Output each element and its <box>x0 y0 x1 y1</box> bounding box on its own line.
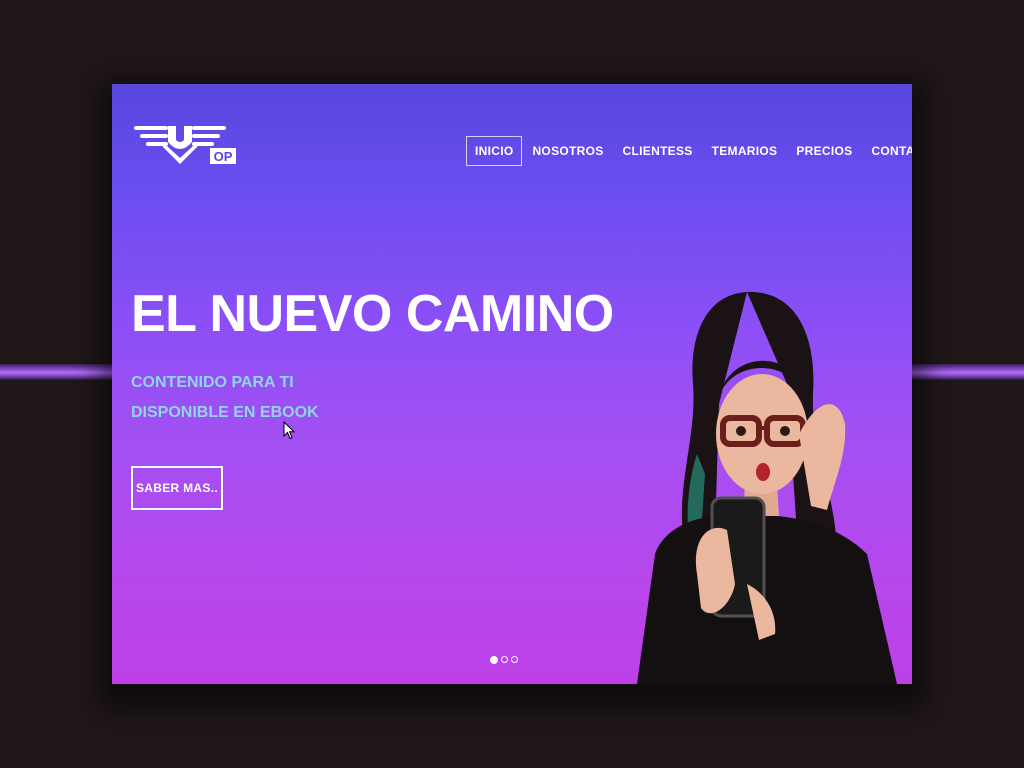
carousel-dot-2[interactable] <box>501 656 508 663</box>
carousel-indicators <box>490 655 518 664</box>
mouse-cursor-icon <box>283 421 295 440</box>
main-nav: INICIO NOSOTROS CLIENTESS TEMARIOS PRECI… <box>466 136 912 166</box>
hero-title: EL NUEVO CAMINO <box>131 285 614 343</box>
site-logo[interactable]: OP <box>132 122 238 168</box>
carousel-dot-1[interactable] <box>490 655 498 664</box>
nav-item-contacto[interactable]: CONTACTO <box>862 136 912 166</box>
carousel-dot-3[interactable] <box>511 656 518 663</box>
website-hero-page: OP INICIO NOSOTROS CLIENTESS TEMARIOS PR… <box>112 84 912 684</box>
saber-mas-button[interactable]: SABER MAS.. <box>131 466 223 510</box>
hero-woman-with-phone-image <box>637 291 897 684</box>
nav-item-inicio[interactable]: INICIO <box>466 136 523 166</box>
nav-item-clientess[interactable]: CLIENTESS <box>614 136 702 166</box>
nav-item-temarios[interactable]: TEMARIOS <box>703 136 787 166</box>
logo-text: OP <box>214 149 233 164</box>
hero-subtitle-line-2: DISPONIBLE EN EBOOK <box>131 404 319 421</box>
hero-subtitle-line-1: CONTENIDO PARA TI <box>131 374 294 391</box>
nav-item-precios[interactable]: PRECIOS <box>787 136 861 166</box>
nav-item-nosotros[interactable]: NOSOTROS <box>523 136 612 166</box>
